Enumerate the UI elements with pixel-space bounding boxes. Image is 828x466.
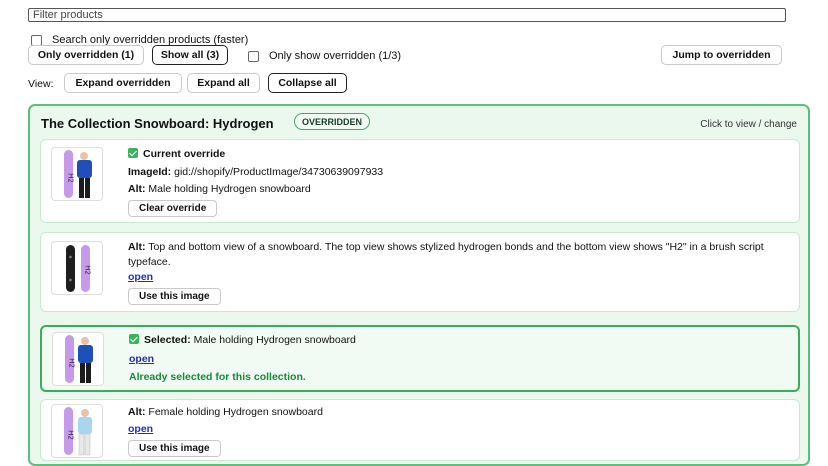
male-snowboard-thumbnail: H2 xyxy=(51,147,103,201)
only-overridden-button[interactable]: Only overridden (1) xyxy=(28,45,144,65)
current-alt-line: Alt: Male holding Hydrogen snowboard xyxy=(128,183,311,195)
current-alt-value: Male holding Hydrogen snowboard xyxy=(148,183,311,195)
check-icon xyxy=(129,334,139,344)
search-only-overridden-checkbox[interactable] xyxy=(31,34,42,46)
option-alt-line: Alt: Female holding Hydrogen snowboard xyxy=(128,406,323,418)
option-alt-label: Alt: xyxy=(128,406,146,418)
svg-text:H2: H2 xyxy=(67,430,75,440)
clear-override-button[interactable]: Clear override xyxy=(128,200,218,217)
selected-label: Selected: xyxy=(144,334,191,346)
view-label: View: xyxy=(28,78,54,90)
option-alt-label: Alt: xyxy=(128,241,146,253)
current-override-card: H2 Current override ImageId: gid://shopi… xyxy=(40,139,800,223)
svg-text:H2: H2 xyxy=(84,265,92,275)
image-option-card[interactable]: H2 Alt: Top and bottom view of a snowboa… xyxy=(40,232,800,312)
current-override-text: Current override xyxy=(143,148,226,160)
check-icon xyxy=(128,148,138,158)
open-link[interactable]: open xyxy=(128,423,153,435)
use-this-image-button[interactable]: Use this image xyxy=(128,440,221,457)
only-show-overridden-label: Only show overridden (1/3) xyxy=(269,50,402,62)
open-link[interactable]: open xyxy=(128,271,153,283)
expand-all-button[interactable]: Expand all xyxy=(187,73,260,93)
show-all-button[interactable]: Show all (3) xyxy=(152,45,228,65)
svg-text:H2: H2 xyxy=(67,173,75,183)
current-alt-label: Alt: xyxy=(128,183,146,195)
male-snowboard-thumbnail: H2 xyxy=(52,332,104,386)
image-id-line: ImageId: gid://shopify/ProductImage/3473… xyxy=(128,166,383,178)
use-this-image-button[interactable]: Use this image xyxy=(128,288,221,305)
svg-text:H2: H2 xyxy=(68,358,76,368)
expand-overridden-button[interactable]: Expand overridden xyxy=(64,73,182,93)
option-alt-value: Top and bottom view of a snowboard. The … xyxy=(128,241,764,268)
option-alt-value: Female holding Hydrogen snowboard xyxy=(148,406,323,418)
already-selected-status: Already selected for this collection. xyxy=(129,371,306,383)
female-snowboard-thumbnail: H2 xyxy=(51,404,103,458)
snowboard-top-bottom-thumbnail: H2 xyxy=(51,241,103,295)
collection-title: The Collection Snowboard: Hydrogen xyxy=(41,116,274,131)
overridden-badge: OVERRIDDEN xyxy=(294,113,371,130)
current-override-heading: Current override xyxy=(128,148,225,160)
selected-alt-value: Male holding Hydrogen snowboard xyxy=(193,334,356,346)
collection-card[interactable]: The Collection Snowboard: Hydrogen OVERR… xyxy=(28,104,810,466)
filter-products-input[interactable] xyxy=(28,8,786,22)
image-id-label: ImageId: xyxy=(128,166,172,178)
selected-image-card[interactable]: H2 Selected: Male holding Hydrogen snowb… xyxy=(40,325,800,392)
only-show-overridden-checkbox[interactable] xyxy=(248,50,259,62)
image-id-value: gid://shopify/ProductImage/3473063909793… xyxy=(174,166,384,178)
click-to-view-hint[interactable]: Click to view / change xyxy=(700,119,797,130)
only-show-overridden-row[interactable]: Only show overridden (1/3) xyxy=(248,50,401,62)
jump-to-overridden-button[interactable]: Jump to overridden xyxy=(661,45,782,65)
selected-line: Selected: Male holding Hydrogen snowboar… xyxy=(129,334,356,346)
collapse-all-button[interactable]: Collapse all xyxy=(268,73,347,93)
open-link[interactable]: open xyxy=(129,353,154,365)
option-alt-line: Alt: Top and bottom view of a snowboard.… xyxy=(128,240,788,270)
image-option-card[interactable]: H2 Alt: Female holding Hydrogen snowboar… xyxy=(40,399,800,461)
